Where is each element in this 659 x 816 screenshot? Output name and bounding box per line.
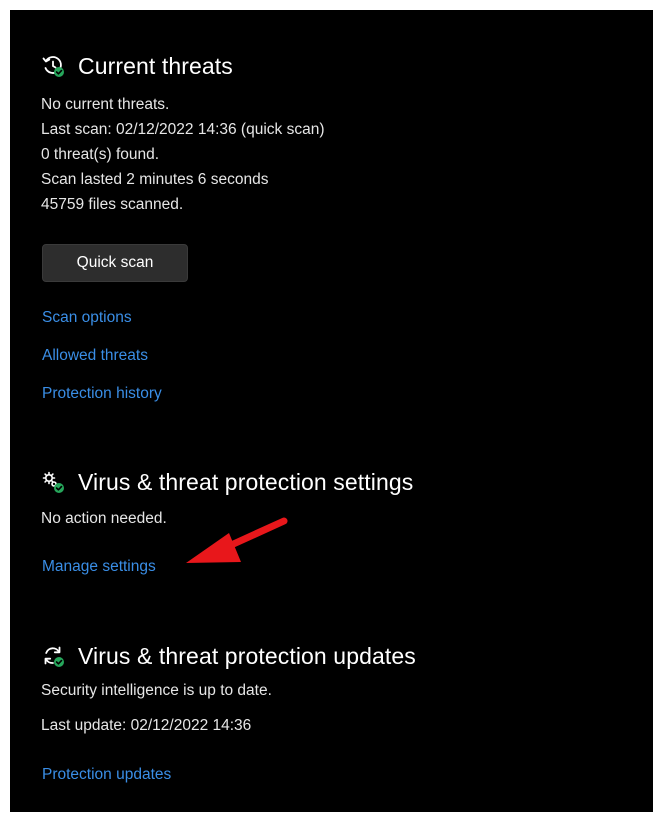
protection-history-link[interactable]: Protection history (42, 385, 162, 403)
threats-found-text: 0 threat(s) found. (41, 146, 160, 163)
quick-scan-button[interactable]: Quick scan (42, 244, 188, 282)
current-threats-section: Current threats No current threats. Last… (41, 50, 641, 217)
last-scan-text: Last scan: 02/12/2022 14:36 (quick scan) (41, 121, 325, 138)
scan-options-link[interactable]: Scan options (42, 309, 132, 327)
scan-duration-text: Scan lasted 2 minutes 6 seconds (41, 171, 269, 188)
gears-check-icon (41, 470, 65, 494)
windows-security-panel: Current threats No current threats. Last… (10, 10, 653, 812)
refresh-check-icon (41, 644, 65, 668)
protection-updates-title: Virus & threat protection updates (78, 642, 416, 669)
manage-settings-link[interactable]: Manage settings (42, 558, 156, 576)
files-scanned-text: 45759 files scanned. (41, 196, 184, 213)
intelligence-status-text: Security intelligence is up to date. (41, 682, 272, 699)
settings-status-text: No action needed. (41, 510, 167, 527)
protection-settings-title: Virus & threat protection settings (78, 468, 414, 495)
current-threats-header: Current threats (41, 50, 641, 82)
protection-settings-section: Virus & threat protection settings No ac… (41, 466, 641, 531)
scan-summary: No current threats. Last scan: 02/12/202… (41, 92, 641, 217)
last-update-text: Last update: 02/12/2022 14:36 (41, 717, 252, 734)
clock-check-icon (41, 54, 65, 78)
threat-status-text: No current threats. (41, 96, 170, 113)
protection-updates-header: Virus & threat protection updates (41, 640, 641, 672)
protection-updates-section: Virus & threat protection updates Securi… (41, 640, 641, 738)
current-threats-title: Current threats (78, 52, 233, 79)
protection-updates-link[interactable]: Protection updates (42, 766, 171, 784)
allowed-threats-link[interactable]: Allowed threats (42, 347, 148, 365)
protection-settings-header: Virus & threat protection settings (41, 466, 641, 498)
